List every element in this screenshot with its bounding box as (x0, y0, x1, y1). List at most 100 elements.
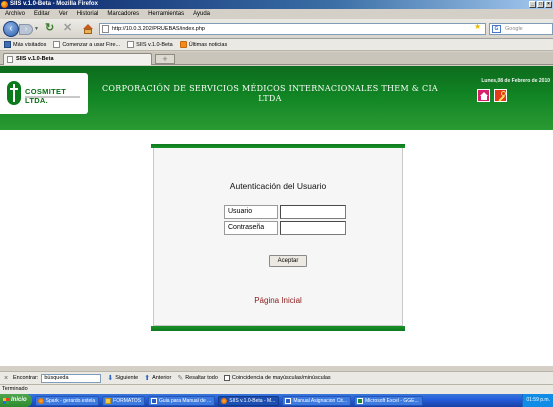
highlight-all-button[interactable]: ✎ Resaltar todo (177, 374, 218, 382)
back-button[interactable]: ‹ (3, 21, 19, 37)
task-label: FORMATOS (113, 397, 142, 404)
find-next-button[interactable]: ⬇ Siguiente (107, 374, 138, 382)
task-label: SIIS v.1.0-Beta - M... (229, 397, 276, 404)
window-titlebar: SIIS v.1.0-Beta - Mozilla Firefox _ □ × (0, 0, 553, 9)
tab-siis[interactable]: SIIS v.1.0-Beta (3, 53, 152, 65)
find-previous-label: Anterior (152, 375, 172, 381)
firefox-icon (1, 1, 8, 8)
excel-icon (356, 397, 363, 404)
arrow-up-icon: ⬆ (144, 375, 151, 382)
taskbar-item-siis[interactable]: SIIS v.1.0-Beta - M... (218, 395, 280, 406)
bookmark-most-visited[interactable]: Más visitados (2, 41, 48, 48)
taskbar-item-manual[interactable]: Manual Asignacion Cit... (282, 395, 351, 406)
tab-strip: SIIS v.1.0-Beta + (0, 52, 553, 65)
stop-button[interactable]: ✕ (63, 23, 74, 34)
taskbar-item-guia[interactable]: Guia para Manual de ... (148, 395, 216, 406)
taskbar-item-excel[interactable]: Microsoft Excel - GGE... (353, 395, 423, 406)
page-icon (53, 41, 61, 48)
word-icon (285, 397, 292, 404)
forward-button[interactable]: › (19, 24, 33, 35)
site-header: COSMITET LTDA. CORPORACIÓN DE SERVICIOS … (0, 66, 553, 130)
match-case-toggle[interactable]: Coincidencia de mayúsculas/minúsculas (223, 375, 331, 381)
close-icon[interactable]: × (1, 375, 11, 382)
menu-ayuda[interactable]: Ayuda (193, 9, 210, 19)
menu-historial[interactable]: Historial (77, 9, 99, 19)
password-field[interactable] (280, 221, 346, 235)
find-input[interactable]: búsqueda (41, 373, 102, 383)
maximize-button[interactable]: □ (537, 1, 544, 8)
search-placeholder: Google (505, 26, 523, 32)
menu-marcadores[interactable]: Marcadores (107, 9, 139, 19)
word-icon (151, 397, 158, 404)
home-page-link[interactable]: Página Inicial (154, 296, 402, 305)
login-bottom-border (151, 326, 405, 331)
site-title: CORPORACIÓN DE SERVICIOS MÉDICOS INTERNA… (101, 84, 439, 103)
cosmitet-logo-icon (7, 81, 21, 105)
task-label: Spark - gerardo.estela (45, 397, 96, 404)
bookmark-siis[interactable]: SIIS v.1.0-Beta (125, 41, 175, 48)
arrow-down-icon: ⬇ (107, 375, 114, 382)
task-label: Manual Asignacion Cit... (293, 397, 347, 404)
page-icon (7, 56, 13, 63)
tab-label: SIIS v.1.0-Beta (16, 56, 54, 62)
match-case-checkbox[interactable] (223, 375, 230, 381)
start-label: Inicio (11, 397, 27, 403)
menu-ver[interactable]: Ver (59, 9, 68, 19)
task-label: Microsoft Excel - GGE... (364, 397, 419, 404)
bookmark-blue-icon (4, 41, 11, 48)
find-bar: × Encontrar: búsqueda ⬇ Siguiente ⬆ Ante… (0, 371, 553, 384)
google-icon: G (492, 25, 501, 33)
rss-icon (179, 41, 187, 48)
history-dropdown-icon[interactable]: ▼ (34, 24, 40, 34)
bookmark-getting-started[interactable]: Comenzar a usar Fire... (51, 41, 122, 48)
spark-icon (37, 397, 44, 404)
new-tab-button[interactable]: + (155, 54, 175, 64)
search-input[interactable]: G Google (489, 23, 553, 35)
bookmark-label: Más visitados (13, 41, 47, 48)
username-label: Usuario (224, 205, 278, 219)
system-clock[interactable]: 01:59 p.m. (522, 394, 553, 407)
find-previous-button[interactable]: ⬆ Anterior (144, 374, 171, 382)
find-label: Encontrar: (13, 375, 39, 381)
taskbar: Inicio Spark - gerardo.estela FORMATOS G… (0, 394, 553, 407)
reload-button[interactable]: ↻ (45, 23, 56, 34)
bookmark-label: Últimas noticias (188, 41, 228, 48)
page-icon (102, 25, 109, 33)
site-key-button[interactable] (494, 89, 507, 102)
address-bar[interactable]: http://10.0.3.202/PRUEBAS/index.php (99, 23, 486, 35)
folder-icon (105, 397, 112, 404)
task-label: Guia para Manual de ... (159, 397, 212, 404)
login-form: Usuario Contraseña (224, 205, 346, 237)
password-label: Contraseña (224, 221, 278, 235)
logo-tagline (25, 96, 80, 98)
bookmark-label: SIIS v.1.0-Beta (136, 41, 173, 48)
start-button[interactable]: Inicio (0, 394, 32, 407)
address-url: http://10.0.3.202/PRUEBAS/index.php (112, 26, 205, 32)
status-bar: Terminado (0, 384, 553, 394)
minimize-button[interactable]: _ (529, 1, 536, 8)
menu-bar: Archivo Editar Ver Historial Marcadores … (0, 9, 553, 19)
home-button[interactable] (83, 24, 93, 34)
bookmark-label: Comenzar a usar Fire... (62, 41, 121, 48)
menu-herramientas[interactable]: Herramientas (148, 9, 184, 19)
highlight-label: Resaltar todo (185, 375, 218, 381)
username-field[interactable] (280, 205, 346, 219)
page-viewport: COSMITET LTDA. CORPORACIÓN DE SERVICIOS … (0, 66, 553, 366)
bookmark-star-icon[interactable]: ★ (474, 22, 481, 32)
close-button[interactable]: × (545, 1, 552, 8)
screen: SIIS v.1.0-Beta - Mozilla Firefox _ □ × … (0, 0, 553, 407)
accept-button[interactable]: Aceptar (269, 255, 307, 267)
bookmarks-toolbar: Más visitados Comenzar a usar Fire... SI… (0, 39, 553, 51)
menu-archivo[interactable]: Archivo (5, 9, 25, 19)
site-home-button[interactable] (477, 89, 490, 102)
bookmark-latest-news[interactable]: Últimas noticias (178, 41, 230, 48)
taskbar-item-spark[interactable]: Spark - gerardo.estela (34, 395, 100, 406)
login-panel: Autenticación del Usuario Usuario Contra… (153, 148, 403, 326)
menu-editar[interactable]: Editar (34, 9, 50, 19)
password-row: Contraseña (224, 221, 346, 235)
site-logo: COSMITET LTDA. (0, 73, 88, 114)
find-next-label: Siguiente (115, 375, 139, 381)
page-icon (127, 41, 135, 48)
taskbar-item-formatos[interactable]: FORMATOS (102, 395, 146, 406)
navigation-toolbar: ‹ › ▼ ↻ ✕ http://10.0.3.202/PRUEBAS/inde… (0, 19, 553, 39)
